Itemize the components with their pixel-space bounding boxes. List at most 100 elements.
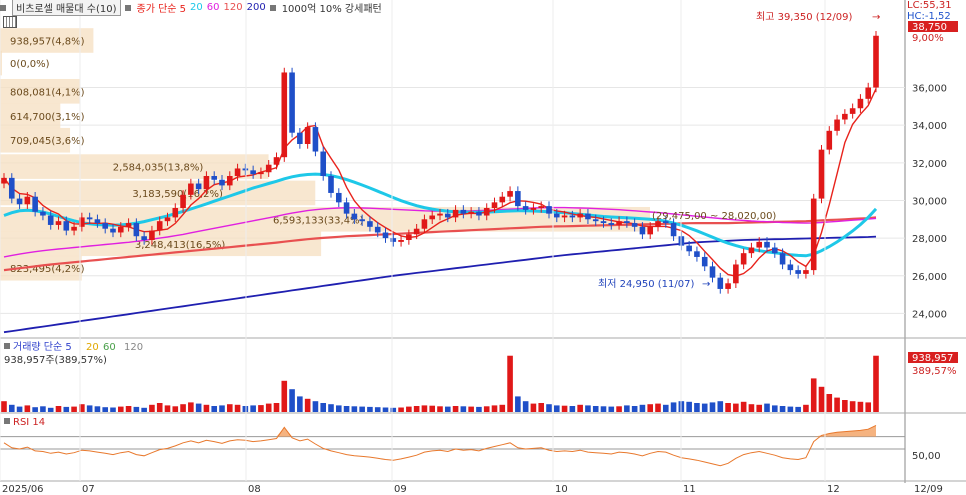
candle-body — [203, 176, 210, 190]
candle-body — [483, 208, 490, 216]
volume-bar — [273, 403, 280, 412]
profile-label: 2,584,035(13,8%) — [113, 163, 204, 174]
volume-bar — [47, 407, 54, 412]
table-grid-icon[interactable] — [3, 16, 17, 28]
series-label-ma200: 200 — [246, 2, 266, 13]
volume-bar — [647, 404, 654, 412]
candle-body — [577, 213, 583, 218]
candle-body — [55, 221, 62, 225]
candle-body — [522, 206, 529, 210]
volume-bar — [756, 404, 763, 412]
candle-body — [530, 208, 537, 210]
volume-bar — [631, 406, 638, 412]
candle-body — [771, 247, 778, 254]
candle-body — [849, 108, 856, 114]
volume-bar — [701, 403, 708, 412]
volume-bar — [149, 404, 155, 412]
candle-body — [156, 221, 163, 231]
volume-bar — [476, 406, 482, 412]
candle-body — [32, 196, 38, 212]
volume-bar — [546, 404, 552, 412]
volume-bar — [491, 405, 498, 412]
profile-label: 6,593,133(33,4%) — [273, 215, 364, 226]
candle-body — [281, 72, 288, 158]
candle-body — [86, 217, 93, 220]
volume-square-icon — [4, 343, 10, 349]
series-label-ma120: 120 — [223, 2, 243, 13]
flag-label: 1000억 10% 강세패턴 — [281, 4, 382, 15]
candle-body — [600, 221, 607, 224]
profile-label: 614,700(3,1%) — [10, 112, 85, 123]
volume-bar — [865, 402, 872, 412]
candle-body — [335, 192, 342, 203]
volume-bar — [203, 404, 210, 412]
candle-body — [499, 196, 506, 203]
candle-body — [234, 168, 241, 176]
candle-body — [655, 221, 661, 227]
rsi-header-label: RSI 14 — [13, 417, 45, 428]
price-tick-label: 26,000 — [912, 272, 947, 283]
candle-body — [180, 194, 186, 208]
volume-value-text: 938,957주(389,57%) — [4, 355, 107, 366]
volume-ma120-label: 120 — [124, 342, 143, 353]
volume-bar — [764, 403, 770, 412]
volume-bar — [748, 404, 755, 412]
candle-body — [491, 202, 498, 208]
stock-selector[interactable]: 비츠로셀 매물대 수(10) — [12, 0, 121, 16]
candle-body — [320, 151, 327, 176]
rsi-tick-50: 50,00 — [912, 451, 941, 462]
candle-body — [40, 211, 46, 216]
volume-bar — [437, 406, 443, 412]
series-label-ma20: 20 — [190, 2, 203, 13]
volume-bar — [24, 405, 31, 412]
volume-bar — [297, 396, 303, 412]
volume-bar — [32, 407, 38, 412]
candle-body — [226, 176, 233, 186]
candle-body — [748, 247, 755, 254]
candle-body — [429, 215, 436, 220]
volume-bar — [694, 403, 700, 412]
candle-body — [164, 217, 171, 222]
profile-label: 0(0,0%) — [10, 59, 50, 70]
candle-body — [219, 179, 225, 186]
candle-body — [686, 245, 692, 252]
volume-bar — [585, 405, 591, 412]
candle-body — [717, 277, 724, 289]
price-tick-label: 34,000 — [912, 121, 947, 132]
volume-ma60-label: 60 — [103, 342, 116, 353]
volume-bar — [320, 403, 327, 412]
volume-bar — [826, 394, 833, 412]
x-tick-label: 10 — [555, 484, 568, 495]
candle-body — [787, 264, 794, 271]
volume-bar — [71, 406, 77, 412]
candle-body — [515, 191, 521, 207]
candle-body — [631, 223, 638, 227]
volume-bar — [460, 406, 467, 412]
volume-bar — [102, 407, 109, 412]
volume-bar — [265, 403, 272, 412]
volume-pct-text: 389,57% — [912, 366, 957, 377]
volume-bar — [374, 407, 381, 412]
candle-body — [1, 177, 7, 184]
stock-chart[interactable]: 938,957(4,8%) 0(0,0%) 808,081(4,1%) 614,700… — [0, 0, 966, 495]
candle-body — [195, 183, 202, 190]
candle-body — [460, 209, 467, 214]
candle-body — [328, 176, 334, 193]
candle-body — [694, 251, 700, 257]
volume-bar — [624, 405, 630, 412]
volume-bar — [55, 406, 62, 412]
candle-body — [476, 211, 482, 216]
candle-body — [553, 213, 560, 218]
volume-bar — [250, 405, 256, 412]
candle-body — [172, 208, 179, 218]
volume-bar — [725, 403, 731, 412]
candle-body — [406, 234, 412, 240]
candle-body — [421, 219, 428, 229]
candle-body — [592, 219, 599, 222]
band-label: (29,475,00 ~ 28,020,00) — [652, 211, 776, 222]
volume-bar — [413, 406, 420, 412]
candle-body — [756, 241, 763, 248]
candle-body — [359, 219, 365, 222]
candle-body — [351, 213, 358, 220]
series-square-icon — [124, 4, 131, 11]
